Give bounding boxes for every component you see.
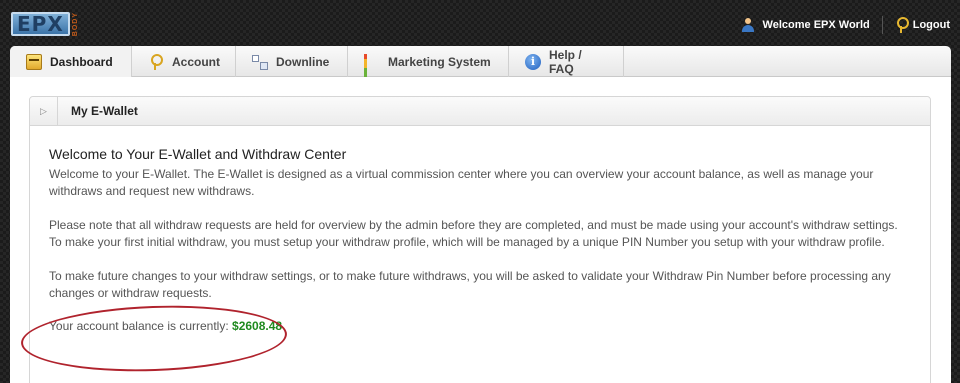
balance-value: $2608.48 [232, 319, 283, 333]
tab-dashboard[interactable]: Dashboard [10, 46, 132, 77]
user-area: Welcome EPX World Logout [741, 16, 950, 34]
settings-note-paragraph: To make future changes to your withdraw … [49, 269, 891, 300]
tab-label: Account [172, 54, 220, 69]
top-bar: EPX BODY Welcome EPX World Logout [0, 0, 960, 46]
logout-link[interactable]: Logout [913, 19, 950, 31]
key-icon [148, 53, 164, 70]
logo-subtext: BODY [71, 11, 79, 37]
bar-chart-icon [364, 53, 380, 96]
welcome-text: Welcome EPX World [762, 19, 870, 31]
dashboard-icon [26, 53, 42, 70]
main-nav: Dashboard Account Downline Marketing Sys… [10, 46, 951, 96]
balance-label: Your account balance is currently: [49, 319, 229, 333]
panel-header: ▷ My E-Wallet [30, 97, 930, 126]
panel-body: Welcome to Your E-Wallet and Withdraw Ce… [30, 126, 930, 333]
tab-help-faq[interactable]: i Help / FAQ [509, 46, 624, 77]
e-wallet-panel: ▷ My E-Wallet Welcome to Your E-Wallet a… [29, 96, 931, 383]
user-icon [741, 18, 755, 32]
tab-account[interactable]: Account [132, 46, 236, 77]
tab-label: Help / FAQ [549, 47, 582, 76]
page-heading: Welcome to Your E-Wallet and Withdraw Ce… [49, 146, 347, 162]
main-content: ▷ My E-Wallet Welcome to Your E-Wallet a… [10, 77, 951, 383]
tree-icon [252, 54, 268, 70]
tab-downline[interactable]: Downline [236, 46, 348, 77]
panel-title: My E-Wallet [71, 104, 138, 118]
divider [881, 16, 883, 34]
tab-marketing-system[interactable]: Marketing System [348, 46, 509, 96]
collapse-toggle-icon[interactable]: ▷ [30, 97, 58, 125]
tab-label: Dashboard [50, 54, 113, 69]
logo-text: EPX [11, 12, 70, 36]
info-icon: i [525, 53, 541, 70]
tab-label: Downline [276, 54, 330, 69]
intro-paragraph: Welcome to your E-Wallet. The E-Wallet i… [49, 167, 874, 198]
withdraw-note-paragraph: Please note that all withdraw requests a… [49, 218, 898, 249]
account-balance: Your account balance is currently: $2608… [49, 319, 282, 333]
epx-logo[interactable]: EPX BODY [11, 9, 103, 39]
key-icon [895, 17, 909, 33]
tab-label: Marketing System [388, 54, 491, 69]
